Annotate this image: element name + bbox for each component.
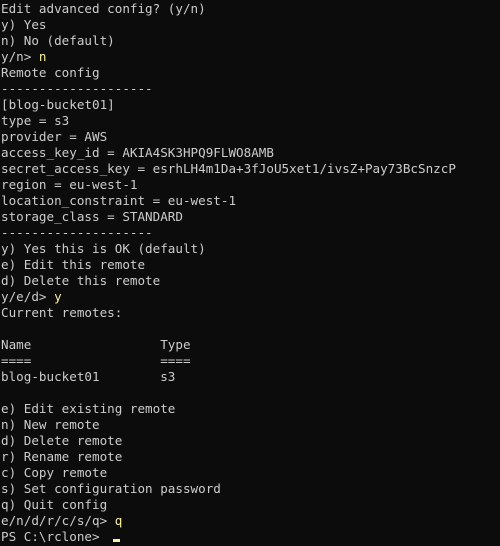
line-text: e) Edit existing remote bbox=[1, 401, 176, 416]
terminal-line: y) Yes this is OK (default) bbox=[1, 241, 500, 257]
line-text: PS C:\rclone> bbox=[1, 529, 108, 544]
line-text: location_constraint = eu-west-1 bbox=[1, 193, 237, 208]
line-text: e/n/d/r/c/s/q> bbox=[1, 513, 115, 528]
line-text: -------------------- bbox=[1, 225, 153, 240]
line-text: n) New remote bbox=[1, 417, 100, 432]
text-cursor[interactable] bbox=[113, 539, 121, 542]
line-text: provider = AWS bbox=[1, 129, 108, 144]
user-input: q bbox=[114, 513, 123, 528]
line-text: y) Yes bbox=[1, 17, 47, 32]
terminal-line: e) Edit this remote bbox=[1, 257, 500, 273]
line-text: -------------------- bbox=[1, 81, 153, 96]
terminal-line: y) Yes bbox=[1, 17, 500, 33]
line-text: access_key_id = AKIA4SK3HPQ9FLWO8AMB bbox=[1, 145, 274, 160]
terminal-line: -------------------- bbox=[1, 81, 500, 97]
line-text: n) No (default) bbox=[1, 33, 115, 48]
terminal-line: c) Copy remote bbox=[1, 465, 500, 481]
terminal-window[interactable]: Edit advanced config? (y/n) y) Yes n) No (… bbox=[0, 0, 500, 546]
line-text: blog-bucket01 s3 bbox=[1, 369, 176, 384]
terminal-line: [blog-bucket01] bbox=[1, 97, 500, 113]
terminal-line: location_constraint = eu-west-1 bbox=[1, 193, 500, 209]
user-input: n bbox=[38, 49, 47, 64]
line-text: c) Copy remote bbox=[1, 465, 108, 480]
terminal-line: e) Edit existing remote bbox=[1, 401, 500, 417]
line-text: d) Delete remote bbox=[1, 433, 123, 448]
terminal-line: y/n> n bbox=[1, 49, 500, 65]
terminal-line: Name Type bbox=[1, 337, 500, 353]
terminal-line: type = s3 bbox=[1, 113, 500, 129]
terminal-line: d) Delete remote bbox=[1, 433, 500, 449]
line-text: r) Rename remote bbox=[1, 449, 123, 464]
terminal-line: storage_class = STANDARD bbox=[1, 209, 500, 225]
terminal-line: q) Quit config bbox=[1, 497, 500, 513]
line-text: region = eu-west-1 bbox=[1, 177, 138, 192]
line-text: e) Edit this remote bbox=[1, 257, 146, 272]
line-text: [blog-bucket01] bbox=[1, 97, 115, 112]
terminal-line: -------------------- bbox=[1, 225, 500, 241]
line-text: s) Set configuration password bbox=[1, 481, 221, 496]
terminal-line: e/n/d/r/c/s/q> q bbox=[1, 513, 500, 529]
line-text: ==== ==== bbox=[1, 353, 191, 368]
terminal-line: n) New remote bbox=[1, 417, 500, 433]
terminal-line: blog-bucket01 s3 bbox=[1, 369, 500, 385]
terminal-line: d) Delete this remote bbox=[1, 273, 500, 289]
line-text: type = s3 bbox=[1, 113, 70, 128]
line-text: y/n> bbox=[1, 49, 39, 64]
line-text: y) Yes this is OK (default) bbox=[1, 241, 206, 256]
terminal-line: ==== ==== bbox=[1, 353, 500, 369]
terminal-line: region = eu-west-1 bbox=[1, 177, 500, 193]
line-text: d) Delete this remote bbox=[1, 273, 161, 288]
terminal-line: PS C:\rclone> bbox=[1, 529, 500, 545]
terminal-line: n) No (default) bbox=[1, 33, 500, 49]
terminal-line: provider = AWS bbox=[1, 129, 500, 145]
terminal-line: access_key_id = AKIA4SK3HPQ9FLWO8AMB bbox=[1, 145, 500, 161]
line-text: storage_class = STANDARD bbox=[1, 209, 183, 224]
terminal-line: Remote config bbox=[1, 65, 500, 81]
terminal-line: y/e/d> y bbox=[1, 289, 500, 305]
line-text: Current remotes: bbox=[1, 305, 123, 320]
line-text: y/e/d> bbox=[1, 289, 55, 304]
terminal-line: Current remotes: bbox=[1, 305, 500, 321]
line-text: Edit advanced config? (y/n) bbox=[1, 1, 206, 16]
line-text: secret_access_key = esrhLH4m1Da+3fJoU5xe… bbox=[1, 161, 456, 176]
line-text: Remote config bbox=[1, 65, 100, 80]
terminal-line: s) Set configuration password bbox=[1, 481, 500, 497]
terminal-line: secret_access_key = esrhLH4m1Da+3fJoU5xe… bbox=[1, 161, 500, 177]
line-text: q) Quit config bbox=[1, 497, 108, 512]
terminal-output: Edit advanced config? (y/n) y) Yes n) No (… bbox=[1, 1, 500, 545]
terminal-line: r) Rename remote bbox=[1, 449, 500, 465]
terminal-line: Edit advanced config? (y/n) bbox=[1, 1, 500, 17]
line-text: Name Type bbox=[1, 337, 191, 352]
user-input: y bbox=[54, 289, 62, 304]
